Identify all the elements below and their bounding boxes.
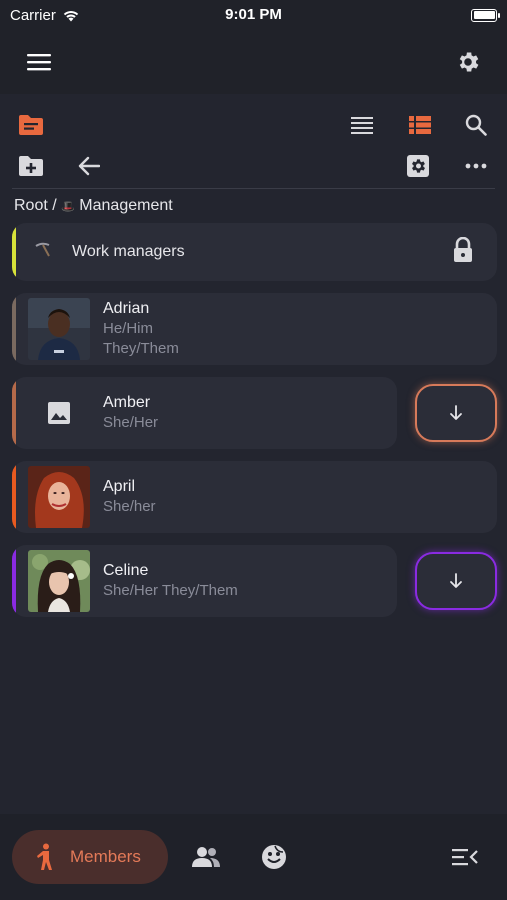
- member-text: Celine She/Her They/Them: [103, 561, 238, 601]
- member-color-stripe: [12, 461, 16, 533]
- list-view-icon[interactable]: [345, 108, 379, 142]
- member-pronouns: He/Him: [103, 320, 154, 337]
- member-color-stripe: [12, 293, 16, 365]
- folder-row-work-managers[interactable]: Work managers: [12, 223, 497, 281]
- new-folder-icon[interactable]: [14, 149, 48, 183]
- download-button[interactable]: [414, 552, 497, 610]
- detail-list-view-icon[interactable]: [403, 108, 437, 142]
- breadcrumb-current[interactable]: Management: [79, 197, 172, 214]
- groups-icon[interactable]: [186, 837, 226, 877]
- member-pronouns: She/Her: [103, 414, 159, 431]
- more-options-icon[interactable]: [459, 149, 493, 183]
- download-button[interactable]: [414, 384, 497, 442]
- action-toolbar: [0, 148, 507, 184]
- breadcrumb-separator: /: [47, 197, 62, 214]
- member-color-stripe: [12, 377, 16, 449]
- back-arrow-icon[interactable]: [72, 149, 106, 183]
- member-text: Amber She/Her: [103, 393, 158, 433]
- app-bar: [0, 30, 507, 94]
- member-color-stripe: [12, 545, 16, 617]
- folder-settings-icon[interactable]: [401, 149, 435, 183]
- clock: 9:01 PM: [225, 6, 282, 23]
- member-name: Amber: [103, 394, 151, 411]
- member-name: Adrian: [103, 300, 150, 317]
- member-row-celine[interactable]: Celine She/Her They/Them: [12, 545, 397, 617]
- lock-icon: [453, 236, 473, 268]
- avatar: [28, 298, 90, 360]
- bottom-navigation: Members: [0, 814, 507, 900]
- down-arrow-icon: [449, 573, 462, 588]
- status-bar: Carrier 9:01 PM: [0, 0, 507, 30]
- menu-icon[interactable]: [22, 45, 56, 79]
- member-pronouns: They/Them: [103, 340, 179, 357]
- folder-color-stripe: [12, 223, 16, 281]
- member-pronouns: She/Her They/Them: [103, 582, 238, 599]
- breadcrumb-root[interactable]: Root: [14, 197, 48, 214]
- member-name: Celine: [103, 562, 149, 579]
- breadcrumb-folder-emoji: 🎩: [61, 201, 75, 213]
- member-text: Adrian He/Him They/Them: [103, 299, 179, 359]
- down-arrow-icon: [449, 405, 462, 420]
- image-placeholder-icon: [28, 382, 90, 444]
- member-list: Work managers Adrian He/Him They/Them Am…: [0, 223, 507, 617]
- member-row-celine-wrapper: Celine She/Her They/Them: [12, 545, 497, 617]
- settings-gear-icon[interactable]: [451, 45, 485, 79]
- member-row-amber[interactable]: Amber She/Her: [12, 377, 397, 449]
- member-name: April: [103, 478, 136, 495]
- folder-label: Work managers: [72, 243, 185, 260]
- member-pronouns: She/her: [103, 498, 156, 515]
- menu-collapse-icon[interactable]: [445, 837, 485, 877]
- breadcrumb: Root / 🎩 Management: [0, 189, 507, 223]
- member-row-adrian[interactable]: Adrian He/Him They/Them: [12, 293, 497, 365]
- member-row-april[interactable]: April She/her: [12, 461, 497, 533]
- view-toolbar: [0, 102, 507, 148]
- member-row-amber-wrapper: Amber She/Her: [12, 377, 497, 449]
- emoji-icon[interactable]: [254, 837, 294, 877]
- avatar: [28, 550, 90, 612]
- person-icon: [37, 843, 52, 870]
- nav-members-label: Members: [70, 847, 141, 866]
- battery-icon: [471, 8, 500, 22]
- pickaxe-icon: [34, 242, 58, 263]
- avatar: [28, 466, 90, 528]
- search-icon[interactable]: [459, 108, 493, 142]
- member-text: April She/her: [103, 477, 156, 517]
- nav-members[interactable]: Members: [12, 830, 168, 884]
- folder-icon[interactable]: [14, 108, 48, 142]
